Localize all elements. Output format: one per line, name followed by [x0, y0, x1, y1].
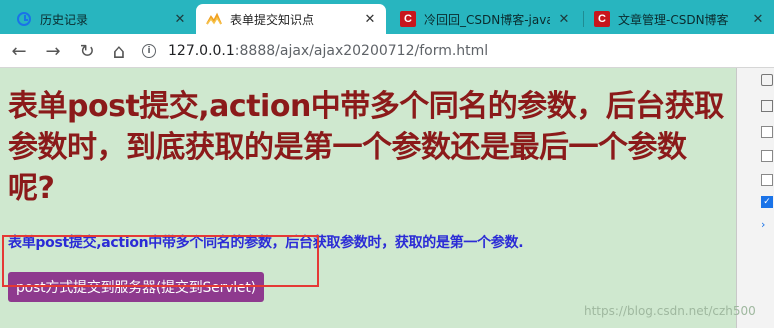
checkbox-checked[interactable]: ✓	[761, 196, 773, 208]
info-icon[interactable]: i	[142, 44, 156, 58]
tab-csdn-blog[interactable]: C 冷回回_CSDN博客-java ✕	[390, 4, 580, 34]
checkbox[interactable]	[761, 126, 773, 138]
tab-label: 冷回回_CSDN博客-java	[424, 12, 550, 27]
tab-article-manage[interactable]: C 文章管理-CSDN博客 ✕	[584, 4, 774, 34]
highlight-annotation	[2, 235, 319, 287]
close-icon[interactable]: ✕	[750, 12, 766, 27]
watermark: https://blog.csdn.net/czh500	[584, 304, 756, 318]
close-icon[interactable]: ✕	[362, 12, 378, 27]
back-icon[interactable]: ←	[8, 40, 30, 62]
tab-label: 历史记录	[40, 12, 89, 27]
inspect-icon[interactable]	[761, 74, 773, 86]
forward-icon[interactable]: →	[42, 40, 64, 62]
page-content: 表单post提交,action中带多个同名的参数，后台获取参数时，到底获取的是第…	[0, 68, 736, 328]
url-host: 127.0.0.1	[168, 43, 235, 59]
devtools-panel: ✓ ›	[736, 68, 774, 328]
csdn-icon: C	[594, 11, 610, 27]
tab-history[interactable]: 历史记录 ✕	[6, 4, 196, 34]
tab-label: 文章管理-CSDN博客	[618, 12, 729, 27]
page-icon	[206, 11, 222, 27]
tab-form-knowledge[interactable]: 表单提交知识点 ✕	[196, 4, 386, 34]
csdn-icon: C	[400, 11, 416, 27]
history-icon	[16, 11, 32, 27]
close-icon[interactable]: ✕	[556, 12, 572, 27]
page-title: 表单post提交,action中带多个同名的参数，后台获取参数时，到底获取的是第…	[8, 89, 724, 206]
home-icon[interactable]: ⌂	[108, 39, 130, 63]
tab-strip: 历史记录 ✕ 表单提交知识点 ✕ C 冷回回_CSDN博客-java ✕ C 文…	[0, 0, 774, 34]
close-icon[interactable]: ✕	[172, 12, 188, 27]
toolbar: ← → ↻ ⌂ i 127.0.0.1:8888/ajax/ajax202007…	[0, 34, 774, 68]
url-path: :8888/ajax/ajax20200712/form.html	[234, 43, 489, 59]
address-bar[interactable]: i 127.0.0.1:8888/ajax/ajax20200712/form.…	[142, 38, 774, 64]
chevron-right-icon[interactable]: ›	[761, 218, 773, 231]
checkbox[interactable]	[761, 174, 773, 186]
device-icon[interactable]	[761, 100, 773, 112]
tab-label: 表单提交知识点	[230, 12, 315, 27]
checkbox[interactable]	[761, 150, 773, 162]
reload-icon[interactable]: ↻	[76, 40, 98, 62]
